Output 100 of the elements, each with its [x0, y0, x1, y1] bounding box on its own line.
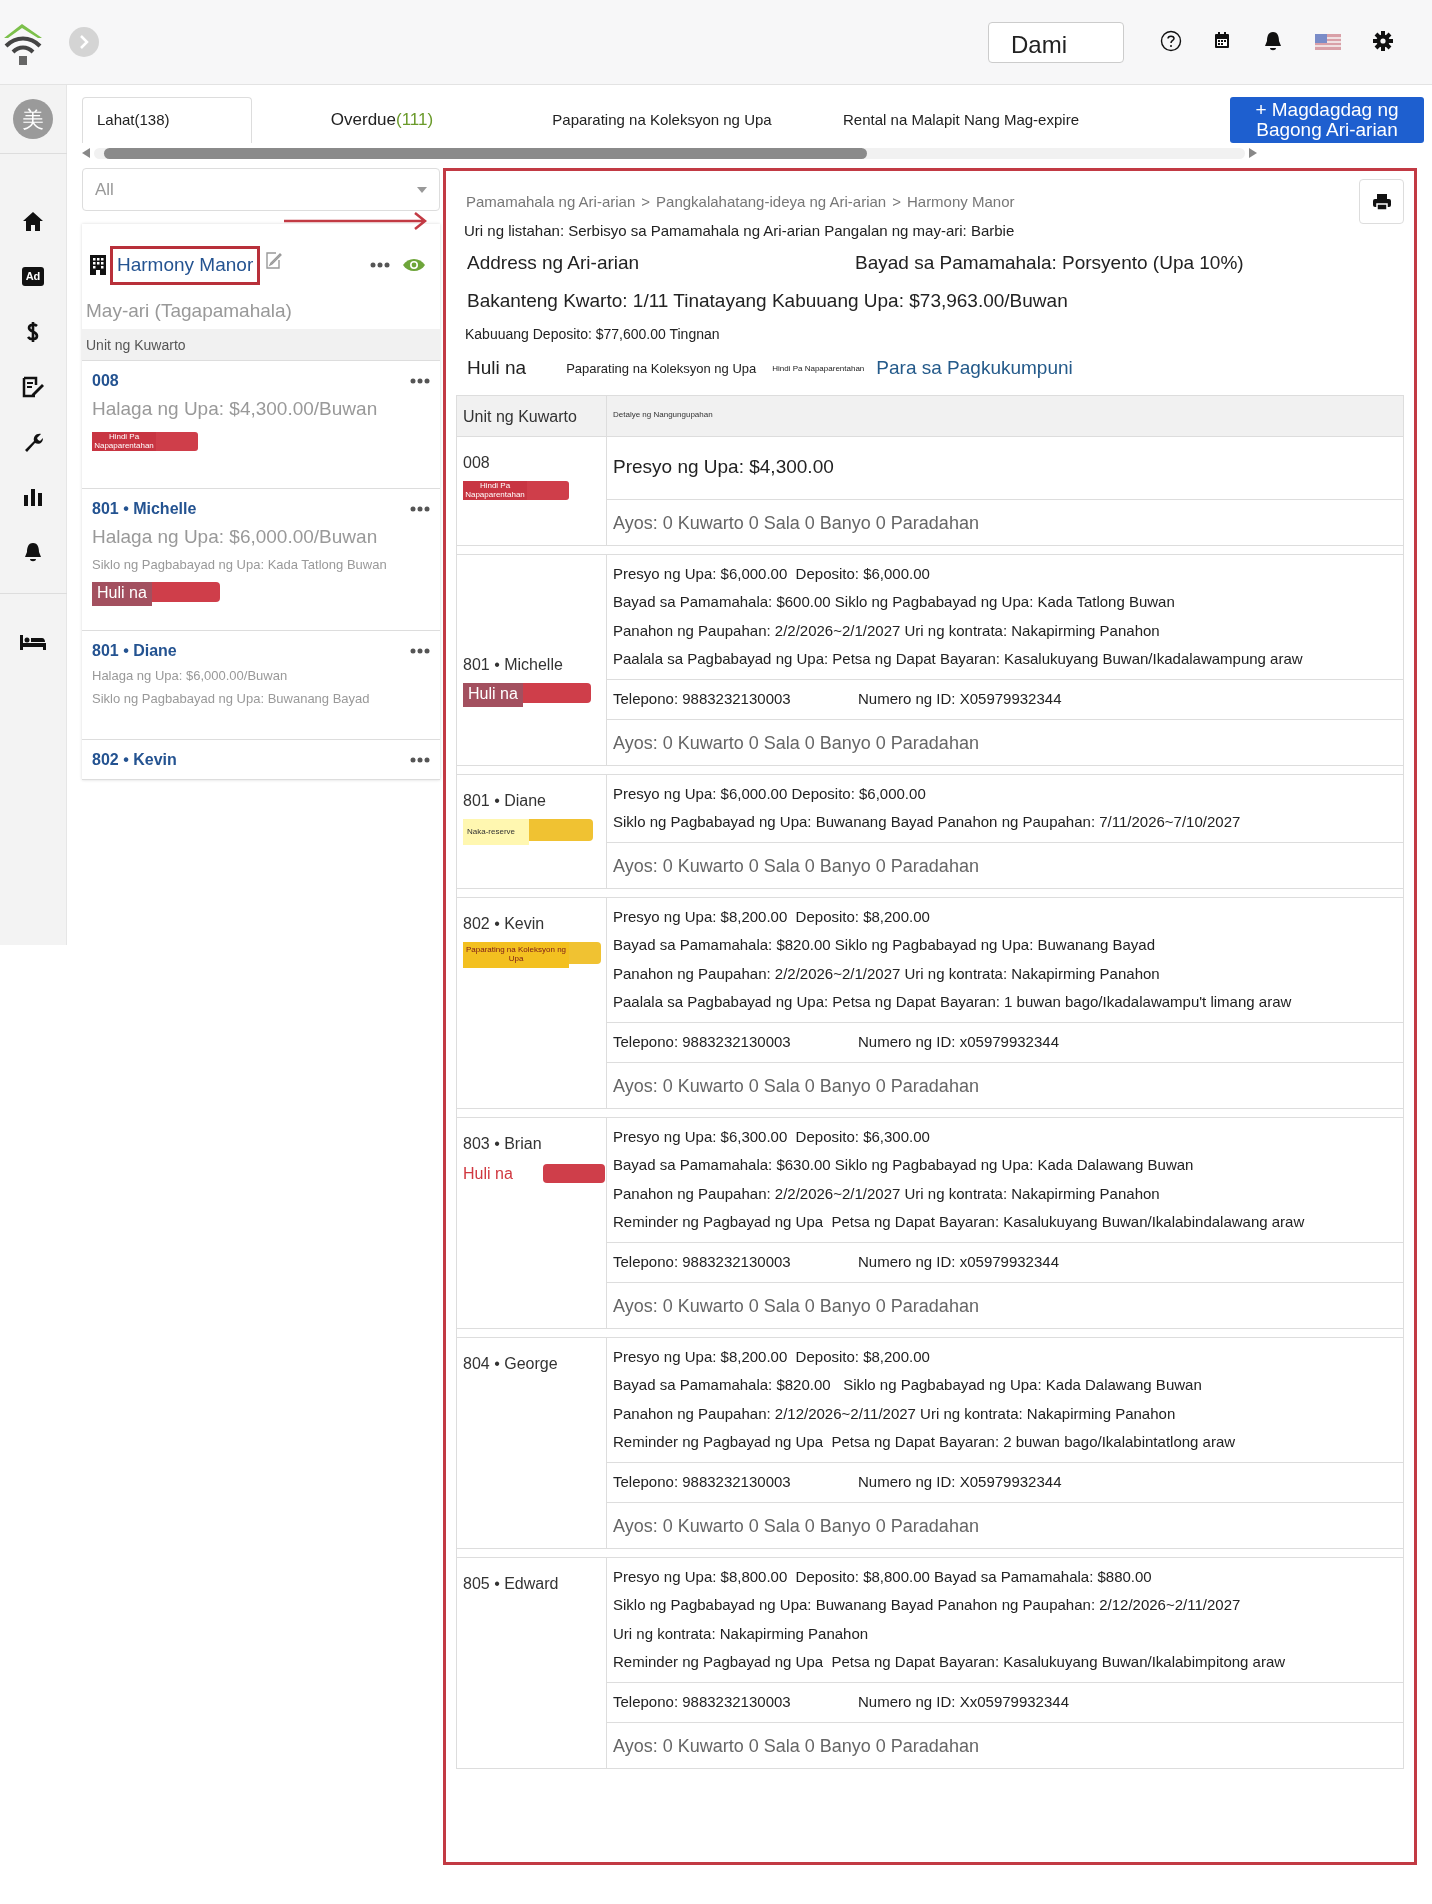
- more-icon[interactable]: [410, 648, 430, 654]
- room-layout: Ayos: 0 Kuwarto 0 Sala 0 Banyo 0 Paradahan: [607, 841, 1403, 888]
- breadcrumb-link[interactable]: Pamamahala ng Ari-arian: [466, 191, 636, 214]
- room-layout: Ayos: 0 Kuwarto 0 Sala 0 Banyo 0 Paradahan: [607, 498, 1403, 545]
- more-icon[interactable]: [410, 378, 430, 384]
- property-summary: Bakanteng Kwarto: 1/11 Tinatayang Kabuuang Upa: $73,963.00/Buwan: [466, 289, 1069, 313]
- tab[interactable]: Overdue(111): [252, 97, 512, 143]
- add-property-button[interactable]: + Magdagdag ng Bagong Ari-arian: [1230, 97, 1424, 143]
- phone-number: Telepono: 9883232130003: [613, 688, 792, 709]
- management-fee: Bayad sa Pamamahala: Porsyento (Upa 10%): [855, 250, 1244, 275]
- status-badge: Hindi Pa Napaparentahan: [463, 480, 569, 500]
- tenant-detail: Reminder ng Pagbayad ng Upa Petsa ng Dapat Bayaran: Kasalukuyang Buwan/Ikalabimpitong araw: [613, 1652, 1287, 1672]
- legend-item[interactable]: Paparating na Koleksyon ng Upa: [566, 358, 757, 379]
- dropdown-caret-icon: [417, 186, 427, 193]
- legend-item[interactable]: Para sa Pagkukumpuni: [876, 354, 1073, 383]
- id-number: Numero ng ID: x05979932344: [858, 1031, 1059, 1052]
- chevron-right-icon: [79, 35, 89, 49]
- print-button[interactable]: [1359, 179, 1404, 224]
- phone-number: Telepono: 9883232130003: [613, 1031, 792, 1052]
- unit-list-item[interactable]: 008 Halaga ng Upa: $4,300.00/Buwan Hindi Pa Napaparentahan: [82, 361, 440, 489]
- column-header: Detalye ng Nangungupahan: [612, 408, 714, 421]
- unit-label: 801 • Michelle: [463, 654, 564, 675]
- tenant-detail: Presyo ng Upa: $4,300.00: [613, 455, 835, 480]
- tenant-detail: Bayad sa Pamamahala: $820.00 Siklo ng Pagbabayad ng Upa: Buwanang Bayad: [613, 935, 1157, 955]
- tenant-detail: Reminder ng Pagbayad ng Upa Petsa ng Dapat Bayaran: Kasalukuyang Buwan/Ikalabindalawang araw: [613, 1212, 1306, 1232]
- tenant-detail: Uri ng kontrata: Nakapirming Panahon: [613, 1623, 870, 1644]
- tenant-detail: Presyo ng Upa: $6,000.00 Deposito: $6,000.00: [613, 783, 927, 804]
- tenant-detail: Bayad sa Pamamahala: $630.00 Siklo ng Pagbabayad ng Upa: Kada Dalawang Buwan: [613, 1155, 1195, 1175]
- unit-label: 804 • George: [463, 1353, 559, 1374]
- legend-item[interactable]: Huli na: [467, 354, 527, 383]
- arrow-icon: [284, 212, 429, 232]
- tenant-detail: Presyo ng Upa: $8,200.00 Deposito: $8,200.00: [613, 906, 931, 927]
- tab[interactable]: Rental na Malapit Nang Mag-expire: [812, 97, 1110, 143]
- tenant-detail: Presyo ng Upa: $8,200.00 Deposito: $8,200.00: [613, 1346, 931, 1367]
- unit-list-item[interactable]: 801 • Diane Halaga ng Upa: $6,000.00/Buwan Siklo ng Pagbabayad ng Upa: Buwanang Bayad: [82, 631, 440, 740]
- unit-label: 803 • Brian: [463, 1133, 543, 1154]
- edit-document-icon[interactable]: [21, 374, 45, 399]
- unit-label: 802 • Kevin: [463, 913, 546, 934]
- room-layout: Ayos: 0 Kuwarto 0 Sala 0 Banyo 0 Paradahan: [607, 1281, 1403, 1328]
- deposit-total: Kabuuang Deposito: $77,600.00 Tingnan: [464, 324, 721, 344]
- settings-icon[interactable]: [1372, 30, 1394, 54]
- breadcrumb-link[interactable]: Harmony Manor: [906, 191, 1015, 214]
- more-icon[interactable]: [370, 262, 390, 269]
- room-layout: Ayos: 0 Kuwarto 0 Sala 0 Banyo 0 Paradahan: [607, 1061, 1403, 1108]
- home-icon[interactable]: [21, 209, 45, 234]
- ad-icon[interactable]: Ad: [21, 267, 45, 286]
- eye-icon[interactable]: [402, 257, 426, 274]
- tenant-detail: Panahon ng Paupahan: 2/2/2026~2/1/2027 Uri ng kontrata: Nakapirming Panahon: [613, 963, 1161, 984]
- tenant-detail: Bayad sa Pamamahala: $600.00 Siklo ng Pagbabayad ng Upa: Kada Tatlong Buwan: [613, 592, 1176, 612]
- owner-role: May-ari (Tagapamahala): [85, 298, 293, 323]
- scroll-right-icon[interactable]: [1249, 148, 1257, 158]
- more-icon[interactable]: [410, 506, 430, 512]
- column-header: Unit ng Kuwarto: [457, 395, 607, 436]
- tenant-detail: Panahon ng Paupahan: 2/12/2026~2/11/2027 Uri ng kontrata: Nakapirming Panahon: [613, 1403, 1177, 1424]
- tenant-detail: Paalala sa Pagbabayad ng Upa: Petsa ng Dapat Bayaran: 1 buwan bago/Ikadalawampu't limang araw: [613, 992, 1293, 1012]
- property-name-link[interactable]: Harmony Manor: [110, 246, 261, 285]
- tenant-detail: Presyo ng Upa: $6,300.00 Deposito: $6,300.00: [613, 1126, 931, 1147]
- room-layout: Ayos: 0 Kuwarto 0 Sala 0 Banyo 0 Paradahan: [607, 718, 1403, 765]
- legend-item[interactable]: Hindi Pa Napaparentahan: [772, 362, 865, 375]
- phone-number: Telepono: 9883232130003: [613, 1691, 792, 1712]
- edit-icon[interactable]: [264, 252, 283, 271]
- user-name-field[interactable]: Dami: [988, 21, 1124, 63]
- breadcrumb-separator: >: [892, 192, 901, 212]
- help-icon[interactable]: [1160, 30, 1182, 54]
- unit-list-item[interactable]: 802 • Kevin: [82, 740, 440, 780]
- tenant-detail: Paalala sa Pagbabayad ng Upa: Petsa ng Dapat Bayaran: Kasalukuyang Buwan/Ikadalawampung araw: [613, 649, 1304, 669]
- status-bar: [542, 1164, 605, 1183]
- tab[interactable]: Paparating na Koleksyon ng Upa: [512, 97, 812, 143]
- id-number: Numero ng ID: X05979932344: [858, 1471, 1062, 1492]
- tenant-detail: Siklo ng Pagbabayad ng Upa: Buwanang Bayad Panahon ng Paupahan: 7/11/2026~7/10/2027: [613, 812, 1242, 832]
- tenant-detail: Presyo ng Upa: $6,000.00 Deposito: $6,000.00: [613, 563, 931, 584]
- tenant-detail: Panahon ng Paupahan: 2/2/2026~2/1/2027 Uri ng kontrata: Nakapirming Panahon: [613, 1183, 1161, 1204]
- unit-label: 805 • Edward: [463, 1573, 560, 1594]
- tenant-detail: Presyo ng Upa: $8,800.00 Deposito: $8,800.00 Bayad sa Pamamahala: $880.00: [613, 1566, 1153, 1587]
- list-header: Unit ng Kuwarto: [82, 329, 440, 361]
- more-icon[interactable]: [410, 757, 430, 763]
- building-icon: [90, 255, 106, 276]
- breadcrumb-link[interactable]: Pangkalahatang-ideya ng Ari-arian: [656, 191, 887, 214]
- address-label: Address ng Ari-arian: [467, 250, 641, 275]
- tenant-detail: Siklo ng Pagbabayad ng Upa: Buwanang Bayad Panahon ng Paupahan: 2/12/2026~2/11/2027: [613, 1595, 1242, 1615]
- room-layout: Ayos: 0 Kuwarto 0 Sala 0 Banyo 0 Paradahan: [607, 1721, 1403, 1768]
- room-layout: Ayos: 0 Kuwarto 0 Sala 0 Banyo 0 Paradahan: [607, 1501, 1403, 1548]
- phone-number: Telepono: 9883232130003: [613, 1251, 792, 1272]
- breadcrumb-separator: >: [641, 192, 651, 212]
- id-number: Numero ng ID: x05979932344: [858, 1251, 1059, 1272]
- unit-label: 008: [463, 452, 491, 473]
- tenant-detail: Reminder ng Pagbayad ng Upa Petsa ng Dapat Bayaran: 2 buwan bago/Ikalabintatlong araw: [613, 1432, 1237, 1452]
- id-number: Numero ng ID: Xx05979932344: [858, 1691, 1069, 1712]
- tenant-detail: Bayad sa Pamamahala: $820.00 Siklo ng Pagbabayad ng Upa: Kada Dalawang Buwan: [613, 1375, 1203, 1395]
- tab[interactable]: Lahat(138): [82, 97, 252, 143]
- scroll-left-icon[interactable]: [82, 148, 90, 158]
- unit-list-item[interactable]: 801 • Michelle Halaga ng Upa: $6,000.00/Buwan Siklo ng Pagbabayad ng Upa: Kada Tatlong Buwan Huli na: [82, 489, 440, 631]
- id-number: Numero ng ID: X05979932344: [858, 688, 1062, 709]
- status-badge: Hindi Pa Napaparentahan: [92, 431, 198, 451]
- tenant-detail: Panahon ng Paupahan: 2/2/2026~2/1/2027 Uri ng kontrata: Nakapirming Panahon: [613, 620, 1161, 641]
- print-icon: [1372, 193, 1391, 210]
- unit-label: 801 • Diane: [463, 790, 547, 811]
- status-label: Huli na: [463, 1163, 513, 1184]
- phone-number: Telepono: 9883232130003: [613, 1471, 792, 1492]
- scrollbar-thumb[interactable]: [104, 147, 867, 159]
